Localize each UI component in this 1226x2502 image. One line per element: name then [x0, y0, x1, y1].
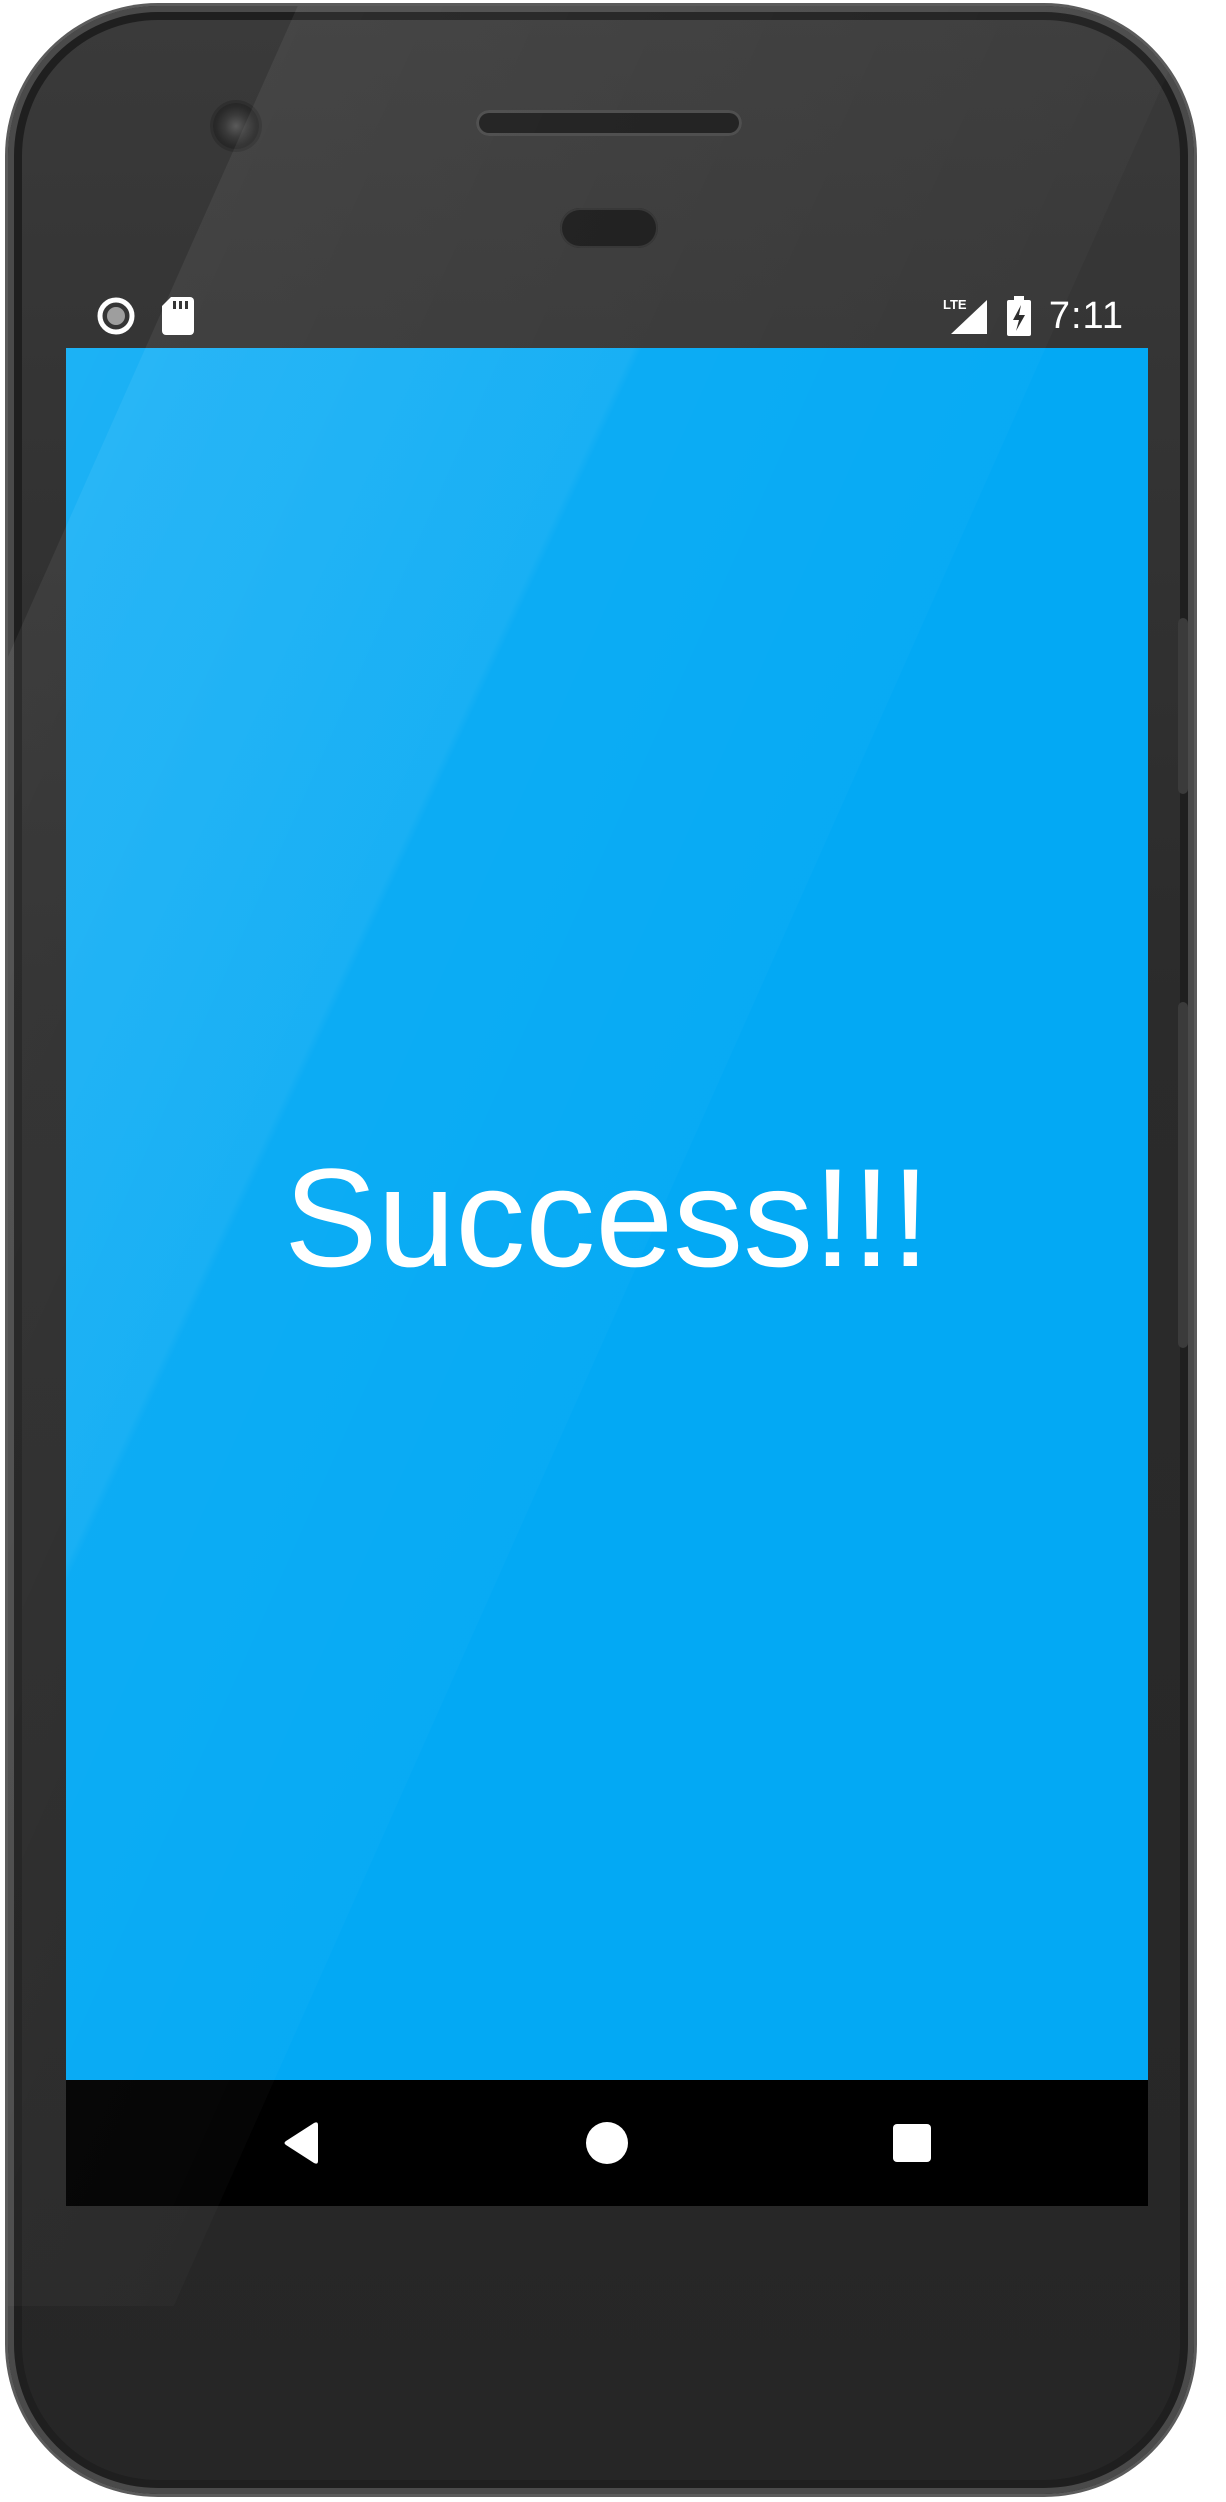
navigation-bar: [66, 2080, 1148, 2206]
app-screen: Success!!!: [66, 348, 1148, 2080]
battery-charging-icon: [1006, 296, 1031, 336]
front-camera: [213, 103, 259, 149]
lte-signal-icon: LTE: [941, 296, 989, 336]
status-bar: LTE 7:11: [66, 284, 1148, 348]
status-bar-right: LTE 7:11: [941, 284, 1124, 348]
home-button[interactable]: [537, 2080, 677, 2206]
recents-button[interactable]: [842, 2080, 982, 2206]
home-icon: [585, 2121, 629, 2165]
earpiece-speaker: [476, 110, 742, 136]
status-bar-left: [96, 284, 194, 348]
record-icon: [96, 296, 136, 336]
network-label: LTE: [943, 297, 967, 312]
proximity-sensor: [560, 208, 658, 248]
power-button: [1178, 618, 1188, 794]
sd-card-icon: [162, 297, 194, 335]
back-icon: [282, 2121, 322, 2165]
volume-button: [1178, 1002, 1188, 1348]
status-bar-clock: 7:11: [1048, 294, 1124, 337]
success-message: Success!!!: [284, 1139, 930, 1296]
recents-icon: [892, 2123, 932, 2163]
back-button[interactable]: [232, 2080, 372, 2206]
